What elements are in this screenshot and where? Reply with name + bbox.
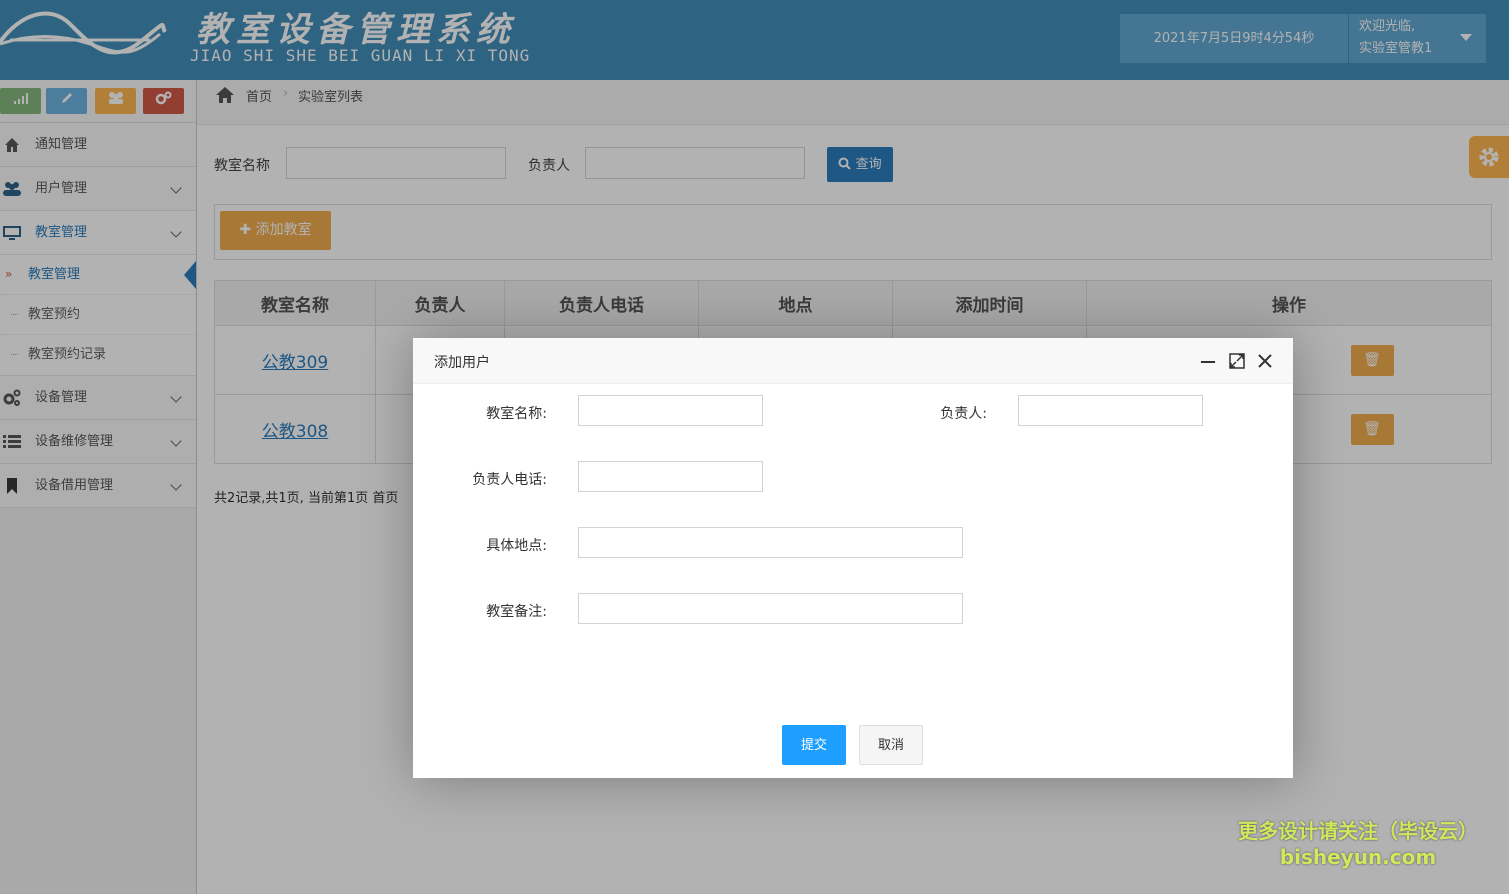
cancel-button[interactable]: 取消 [859,725,923,765]
watermark-line2: bisheyun.com [1279,845,1437,869]
owner-input[interactable] [1018,395,1203,426]
minimize-icon[interactable] [1199,352,1217,370]
watermark: 更多设计请关注（毕设云） bisheyun.com [1228,818,1488,870]
owner-phone-input[interactable] [578,461,763,492]
remark-label: 教室备注: [486,604,547,620]
classroom-name-label: 教室名称: [486,406,547,422]
classroom-name-input[interactable] [578,395,763,426]
owner-phone-label: 负责人电话: [472,472,547,488]
location-input[interactable] [578,527,963,558]
add-user-dialog: 添加用户 教室名称: 负责人: 负责人电话: 具体地点: 教室备注: 提交 取消 [413,338,1293,778]
remark-input[interactable] [578,593,963,624]
watermark-line1: 更多设计请关注（毕设云） [1238,819,1478,843]
owner-label: 负责人: [940,406,987,422]
location-label: 具体地点: [486,538,547,554]
dialog-header: 添加用户 [413,338,1293,384]
maximize-icon[interactable] [1228,352,1246,370]
submit-button[interactable]: 提交 [782,725,846,765]
close-icon[interactable] [1256,352,1274,370]
dialog-title: 添加用户 [434,355,490,371]
